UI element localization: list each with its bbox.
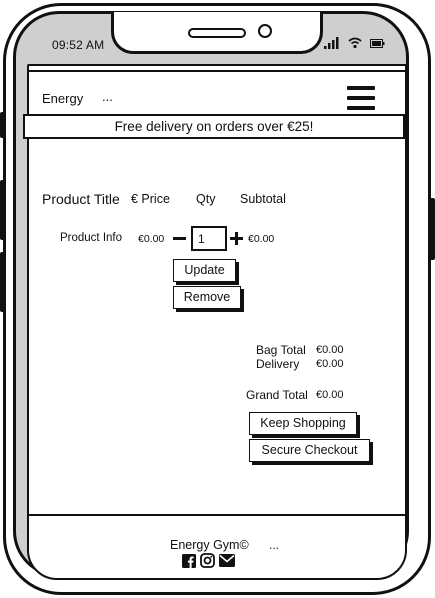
status-time: 09:52 AM <box>52 38 105 52</box>
product-info: Product Info <box>60 232 123 244</box>
delivery-label: Delivery <box>256 357 300 371</box>
keep-shopping-button[interactable]: Keep Shopping <box>249 412 357 435</box>
delivery-value: €0.00 <box>316 358 344 370</box>
instagram-icon[interactable] <box>200 553 215 568</box>
header-product-title: Product Title <box>42 191 120 207</box>
header-price: € Price <box>131 192 170 206</box>
side-button-left-middle <box>0 180 5 240</box>
facebook-icon[interactable] <box>182 553 196 568</box>
bag-total-label: Bag Total <box>256 343 306 357</box>
side-button-left-top <box>0 112 5 138</box>
wifi-icon <box>348 37 362 49</box>
footer-brand: Energy Gym© <box>170 538 249 552</box>
qty-decrease-icon[interactable] <box>173 237 186 240</box>
product-subtotal: €0.00 <box>248 233 275 245</box>
header-subtotal: Subtotal <box>240 192 286 206</box>
update-button[interactable]: Update <box>173 259 236 282</box>
email-icon[interactable] <box>219 554 235 567</box>
header-qty: Qty <box>196 192 216 206</box>
delivery-banner: Free delivery on orders over €25! <box>23 114 405 139</box>
brand-logo[interactable]: Energy <box>42 91 83 106</box>
grand-total-value: €0.00 <box>316 389 344 401</box>
secure-checkout-button[interactable]: Secure Checkout <box>249 439 370 462</box>
grand-total-label: Grand Total <box>246 388 308 402</box>
signal-icon <box>324 37 339 49</box>
speaker-icon <box>188 28 246 38</box>
status-icons <box>324 37 385 49</box>
footer-dots: ... <box>269 538 280 552</box>
site-header: Energy ... <box>27 70 407 116</box>
qty-increase-icon[interactable] <box>230 232 243 245</box>
footer-social-icons <box>182 553 235 568</box>
brand-dots: ... <box>102 89 113 104</box>
bag-total-value: €0.00 <box>316 344 344 356</box>
product-price: €0.00 <box>138 233 165 245</box>
quantity-input[interactable]: 1 <box>191 226 227 251</box>
camera-icon <box>258 24 272 38</box>
side-button-left-bottom <box>0 252 5 312</box>
battery-icon <box>370 38 385 48</box>
phone-screen <box>27 64 407 580</box>
remove-button[interactable]: Remove <box>173 286 241 309</box>
hamburger-menu-icon[interactable] <box>347 86 375 110</box>
side-button-right <box>430 198 435 260</box>
